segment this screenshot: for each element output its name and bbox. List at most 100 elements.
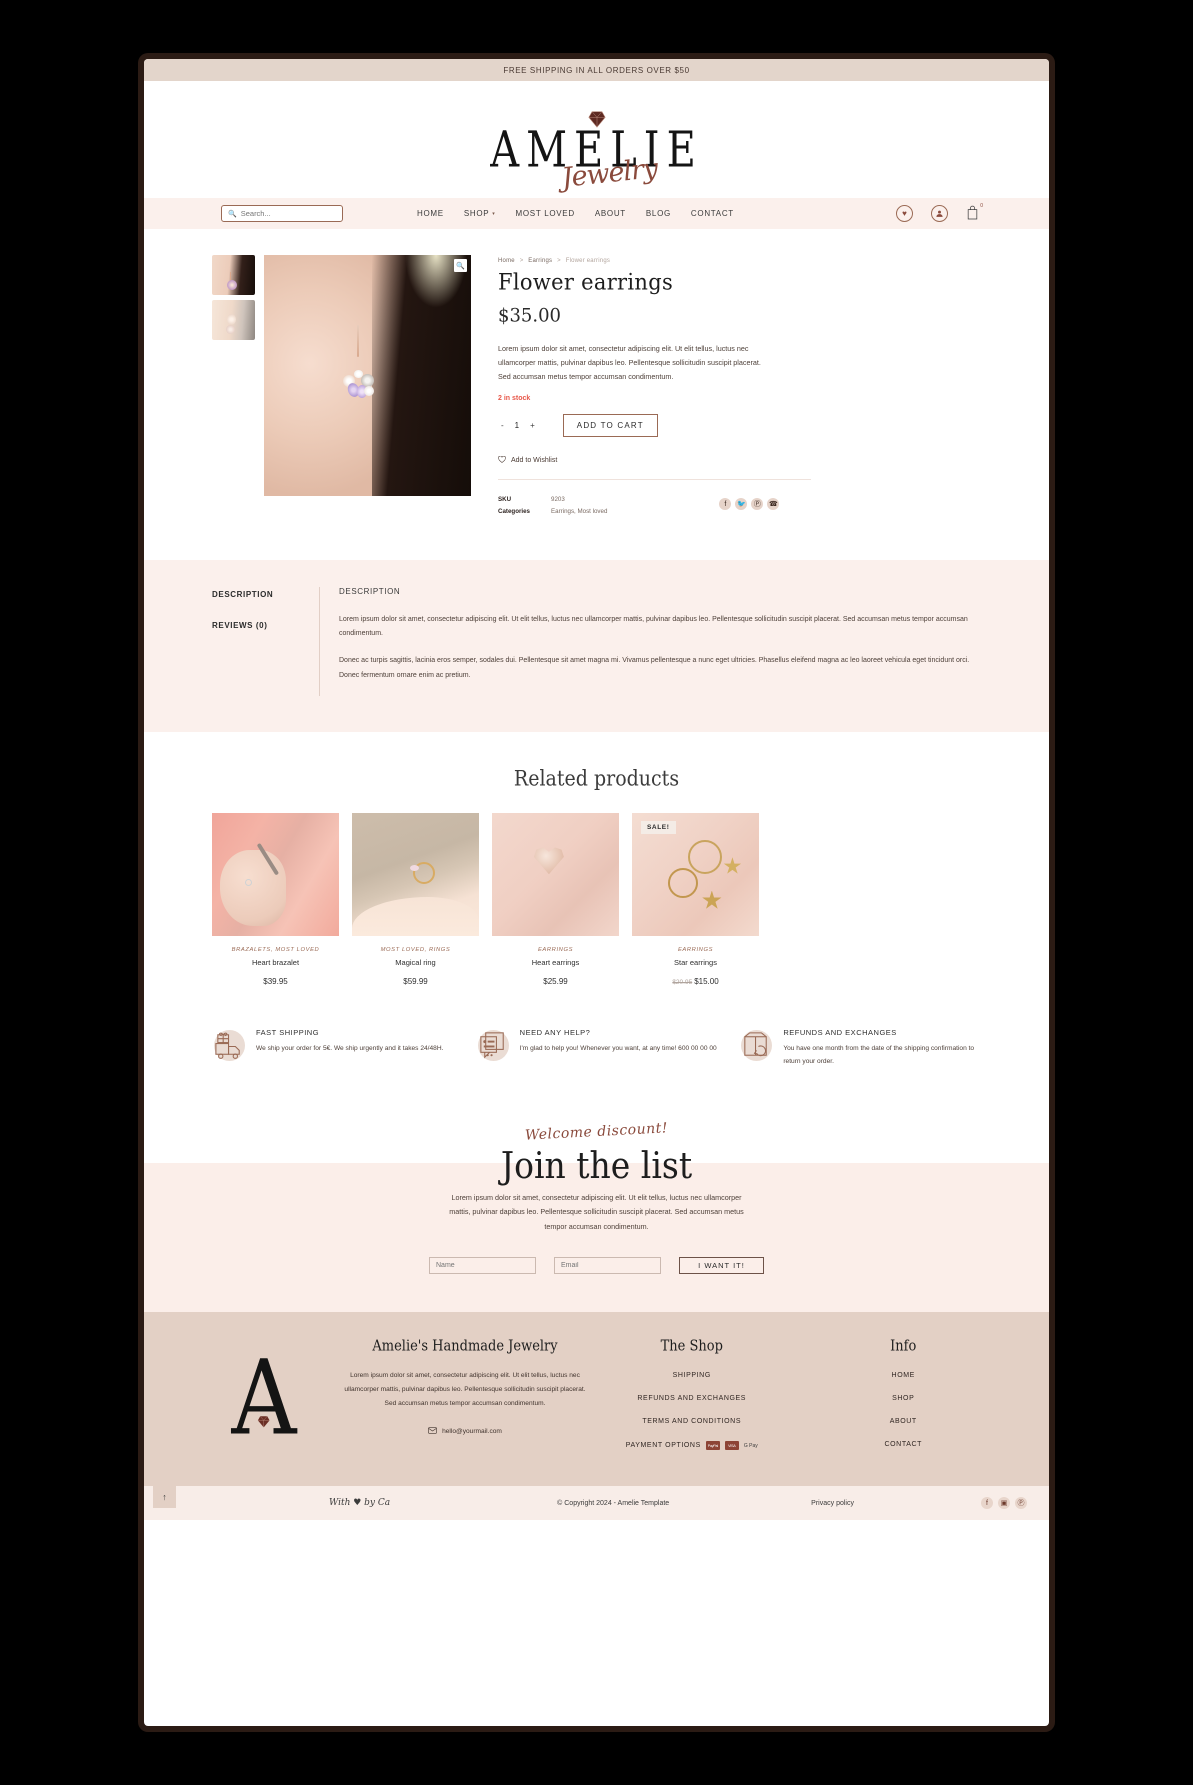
newsletter-heading-block: Welcome discount! Join the list [144,1116,1049,1187]
product-thumbnail-2[interactable] [212,300,255,340]
site-footer: A Amelie's Handmade Jewelry Lorem ipsum … [144,1312,1049,1487]
privacy-policy-link[interactable]: Privacy policy [811,1500,854,1507]
footer-link-refunds[interactable]: REFUNDS AND EXCHANGES [586,1395,798,1402]
product-card[interactable]: BRAZALETS, MOST LOVED Heart brazalet $39… [212,813,339,986]
back-to-top-button[interactable]: ↑ [153,1485,176,1509]
stock-status: 2 in stock [498,395,531,403]
product-card[interactable]: EARRINGS Heart earrings $25.99 [492,813,619,986]
newsletter-heading: Join the list [500,1143,693,1187]
newsletter-text: Lorem ipsum dolor sit amet, consectetur … [449,1192,744,1232]
pinterest-share-icon[interactable]: Ⓟ [751,498,764,511]
footer-link-shop[interactable]: SHOP [798,1395,1010,1402]
breadcrumb: Home > Earrings > Flower earrings [498,258,981,264]
account-icon[interactable] [931,205,948,222]
categories-label: Categories [498,507,530,515]
footer-link-terms[interactable]: TERMS AND CONDITIONS [586,1418,798,1425]
nav-item-blog[interactable]: BLOG [646,209,671,218]
facebook-icon[interactable]: f [981,1497,993,1510]
zoom-icon[interactable]: 🔍 [454,259,467,272]
sku-label: SKU [498,496,512,504]
newsletter-submit-button[interactable]: I WANT IT! [679,1257,764,1275]
product-price: $35.00 [498,304,561,327]
instagram-icon[interactable]: ▣ [998,1497,1010,1510]
earring-hook [357,324,360,357]
search-input[interactable] [240,209,336,218]
product-short-description: Lorem ipsum dolor sit amet, consectetur … [498,344,761,382]
product-card-name[interactable]: Star earrings [632,958,759,967]
visa-icon: VISA [724,1441,739,1451]
product-thumbnail-1[interactable] [212,255,255,295]
newsletter-section: Welcome discount! Join the list Lorem ip… [144,1116,1049,1313]
tab-list: DESCRIPTION REVIEWS (0) [212,587,319,696]
footer-link-shipping[interactable]: SHIPPING [586,1372,798,1379]
related-products-grid: BRAZALETS, MOST LOVED Heart brazalet $39… [212,813,981,986]
add-to-cart-button[interactable]: ADD TO CART [562,414,658,438]
whatsapp-share-icon[interactable]: ☎ [767,498,780,511]
footer-link-contact[interactable]: CONTACT [798,1441,1010,1448]
feature-title: REFUNDS AND EXCHANGES [783,1028,897,1038]
add-to-wishlist-button[interactable]: Add to Wishlist [498,455,981,465]
nav-item-most-loved[interactable]: MOST LOVED [516,209,575,218]
product-card-category: MOST LOVED, RINGS [380,947,451,954]
newsletter-name-input[interactable] [429,1257,536,1275]
wishlist-icon[interactable]: ♥ [896,205,913,222]
product-card[interactable]: SALE! EARRINGS Star earrings $20.95 $15.0… [632,813,759,986]
tab-reviews[interactable]: REVIEWS (0) [212,621,319,630]
nav-item-home[interactable]: HOME [417,209,444,218]
tab-description[interactable]: DESCRIPTION [212,590,319,599]
breadcrumb-separator: > [557,258,561,264]
facebook-share-icon[interactable]: f [719,498,732,511]
product-card-image[interactable]: SALE! [632,813,759,937]
search-box[interactable]: 🔍 [221,205,343,222]
nav-item-contact[interactable]: CONTACT [691,209,734,218]
feature-text: I'm glad to help you! Whenever you want,… [519,1045,717,1053]
product-card-name[interactable]: Magical ring [352,958,479,967]
feature-text: You have one month from the date of the … [783,1045,975,1065]
quantity-stepper[interactable]: - 1 + [498,421,535,430]
product-card-image[interactable] [352,813,479,937]
made-by-credit: With ♥ by Ca [329,1498,391,1509]
breadcrumb-category[interactable]: Earrings [528,258,552,264]
page-title: Flower earrings [498,269,674,296]
cart-bag-icon[interactable]: 0 [966,203,983,223]
gpay-icon: G Pay [743,1442,758,1449]
product-main-image[interactable]: 🔍 [264,255,471,496]
breadcrumb-current: Flower earrings [565,258,611,264]
pinterest-icon[interactable]: Ⓟ [1015,1497,1027,1510]
quantity-increase-button[interactable]: + [530,421,535,430]
meta-row-sku: SKU 9203 [498,494,607,506]
twitter-share-icon[interactable]: 🐦 [735,498,748,511]
nav-links: HOME SHOP ▾ MOST LOVED ABOUT BLOG CONTACT [417,209,734,218]
breadcrumb-home[interactable]: Home [498,258,515,264]
categories-value[interactable]: Earrings, Most loved [551,506,607,518]
product-card-old-price: $20.95 [672,979,693,987]
add-to-wishlist-label: Add to Wishlist [511,457,558,465]
product-card-image[interactable] [492,813,619,937]
product-section: 🔍 Home > Earrings > Flower earrings Flow… [144,229,1049,518]
footer-link-home[interactable]: HOME [798,1372,1010,1379]
tab-panel-description: DESCRIPTION Lorem ipsum dolor sit amet, … [319,586,981,697]
feature-text: We ship your order for 5€. We ship urgen… [256,1045,444,1053]
newsletter-email-input[interactable] [554,1257,661,1275]
related-products-section: Related products BRAZALETS, MOST LOVED H… [144,732,1049,987]
footer-about: Amelie's Handmade Jewelry Lorem ipsum do… [344,1334,586,1464]
announcement-bar: FREE SHIPPING IN ALL ORDERS OVER $50 [144,59,1049,81]
footer-link-about[interactable]: ABOUT [798,1418,1010,1425]
share-buttons: f 🐦 Ⓟ ☎ [719,494,780,511]
nav-label: HOME [417,209,444,218]
nav-item-shop[interactable]: SHOP ▾ [464,209,496,218]
product-card-name[interactable]: Heart earrings [492,958,619,967]
quantity-decrease-button[interactable]: - [501,421,504,430]
price-value: $15.00 [694,977,719,987]
footer-email[interactable]: hello@yourmail.com [344,1426,586,1436]
product-card-name[interactable]: Heart brazalet [212,958,339,967]
product-card[interactable]: MOST LOVED, RINGS Magical ring $59.99 [352,813,479,986]
footer-logo: A [184,1334,344,1464]
nav-item-about[interactable]: ABOUT [595,209,626,218]
logo-wordmark[interactable]: AMELIE Jewelry [490,125,703,194]
quantity-value[interactable]: 1 [515,421,519,430]
product-card-price: $39.95 [212,977,339,986]
product-card-image[interactable] [212,813,339,937]
footer-shop-column: The Shop SHIPPING REFUNDS AND EXCHANGES … [586,1334,798,1464]
feature-need-help: NEED ANY HELP? I'm glad to help you! Whe… [476,1028,718,1069]
